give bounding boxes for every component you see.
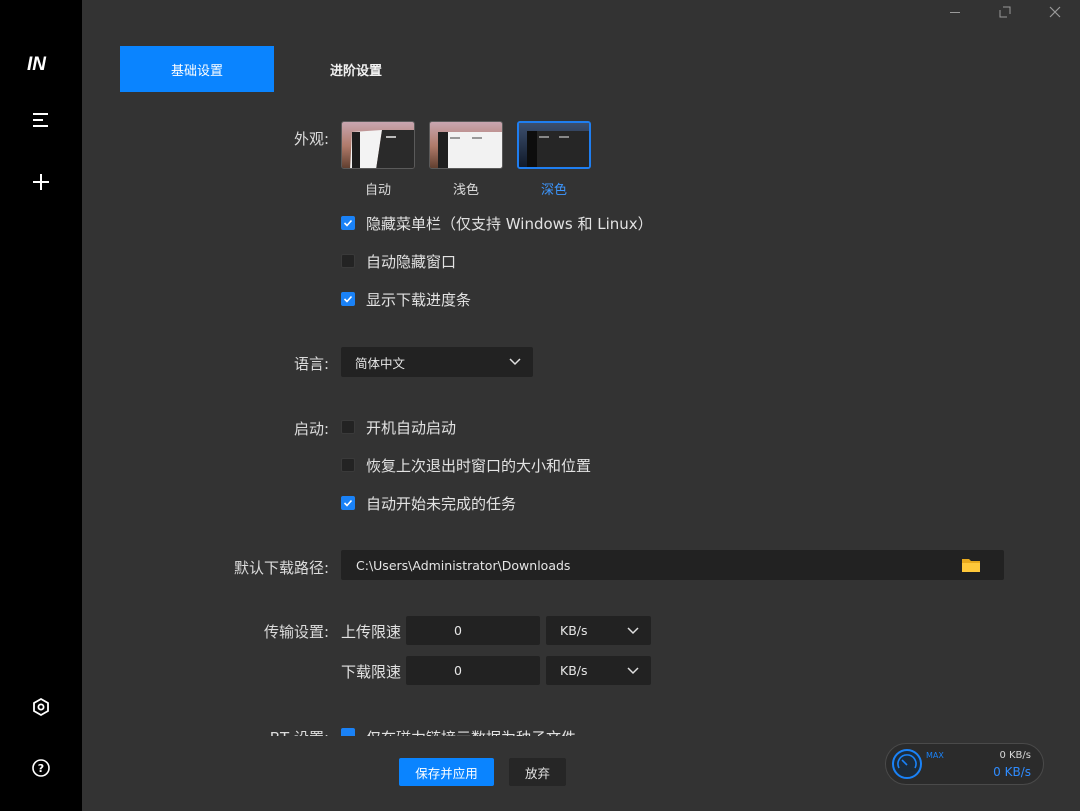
minimize-icon[interactable] (930, 0, 980, 24)
checkbox-checked-icon[interactable] (341, 216, 355, 230)
folder-icon[interactable] (961, 557, 981, 573)
theme-light-label: 浅色 (452, 183, 479, 198)
window-controls (930, 0, 1080, 24)
speed-widget[interactable]: MAX 0 KB/s 0 KB/s (885, 743, 1044, 785)
restore-window-label: 恢复上次退出时窗口的大小和位置 (366, 456, 592, 475)
sidebar: IN ? (0, 0, 82, 811)
language-select[interactable]: 简体中文 (341, 347, 533, 377)
checkbox-checked-icon[interactable] (341, 292, 355, 306)
svg-text:?: ? (38, 762, 44, 775)
download-limit-label: 下载限速 (341, 663, 402, 681)
auto-hide-window-label: 自动隐藏窗口 (366, 252, 457, 271)
download-unit-select[interactable]: KB/s (546, 656, 651, 685)
appearance-label: 外观: (293, 130, 329, 148)
language-value: 简体中文 (355, 355, 406, 371)
startup-label: 启动: (293, 420, 329, 438)
download-speed-value: 0 KB/s (993, 765, 1031, 779)
help-icon[interactable]: ? (29, 756, 53, 780)
close-icon[interactable] (1030, 0, 1080, 24)
menu-icon[interactable] (29, 108, 53, 132)
chevron-down-icon (627, 666, 639, 674)
hide-menubar-option[interactable]: 隐藏菜单栏（仅支持 Windows 和 Linux） (341, 213, 653, 233)
theme-dark-label: 深色 (540, 183, 567, 198)
launch-on-boot-label: 开机自动启动 (366, 418, 457, 437)
language-label: 语言: (293, 355, 329, 373)
bt-settings-clipped-row: BT 设置: 仅在磁力链接元数据为种子文件 (230, 728, 1080, 736)
checkbox-unchecked-icon[interactable] (341, 458, 355, 472)
plus-icon[interactable] (29, 170, 53, 194)
app-logo-text: IN (27, 54, 47, 74)
checkbox-unchecked-icon[interactable] (341, 420, 355, 434)
show-progress-bar-label: 显示下载进度条 (366, 290, 472, 309)
chevron-down-icon (509, 358, 521, 366)
theme-auto-label: 自动 (364, 183, 391, 198)
download-path-label: 默认下载路径: (233, 559, 329, 577)
resume-tasks-option[interactable]: 自动开始未完成的任务 (341, 493, 516, 513)
checkbox-checked-icon[interactable] (341, 496, 355, 510)
upload-unit-select[interactable]: KB/s (546, 616, 651, 645)
show-progress-bar-option[interactable]: 显示下载进度条 (341, 289, 471, 309)
download-limit-input[interactable]: 0 (406, 656, 540, 685)
upload-limit-value: 0 (454, 623, 462, 638)
settings-hex-icon[interactable] (29, 695, 53, 719)
tab-advanced-settings[interactable]: 进阶设置 (304, 46, 408, 92)
resume-tasks-label: 自动开始未完成的任务 (366, 494, 517, 513)
hide-menubar-label: 隐藏菜单栏（仅支持 Windows 和 Linux） (366, 214, 653, 233)
bt-option-label: 仅在磁力链接元数据为种子文件 (366, 728, 576, 736)
upload-limit-label: 上传限速 (341, 623, 402, 641)
checkbox-checked-icon[interactable] (341, 728, 355, 736)
transfer-label: 传输设置: (263, 623, 329, 641)
speed-max-label: MAX (926, 751, 944, 760)
discard-button[interactable]: 放弃 (509, 758, 566, 786)
bt-settings-label: BT 设置: (230, 728, 329, 736)
download-limit-value: 0 (454, 663, 462, 678)
upload-speed-value: 0 KB/s (999, 750, 1031, 761)
chevron-down-icon (627, 626, 639, 634)
download-path-input[interactable]: C:\Users\Administrator\Downloads (341, 550, 1004, 580)
tab-basic-settings[interactable]: 基础设置 (120, 46, 274, 92)
restore-window-option[interactable]: 恢复上次退出时窗口的大小和位置 (341, 455, 591, 475)
theme-light-thumbnail[interactable] (429, 121, 503, 169)
upload-limit-input[interactable]: 0 (406, 616, 540, 645)
speedometer-icon (892, 749, 922, 779)
auto-hide-window-option[interactable]: 自动隐藏窗口 (341, 251, 456, 271)
maximize-icon[interactable] (980, 0, 1030, 24)
download-unit-value: KB/s (560, 663, 588, 678)
save-apply-button[interactable]: 保存并应用 (399, 758, 494, 786)
download-path-value: C:\Users\Administrator\Downloads (356, 557, 571, 573)
checkbox-unchecked-icon[interactable] (341, 254, 355, 268)
upload-unit-value: KB/s (560, 623, 588, 638)
app-logo[interactable]: IN (26, 52, 56, 74)
launch-on-boot-option[interactable]: 开机自动启动 (341, 417, 456, 437)
theme-auto-thumbnail[interactable] (341, 121, 415, 169)
theme-dark-thumbnail[interactable] (517, 121, 591, 169)
